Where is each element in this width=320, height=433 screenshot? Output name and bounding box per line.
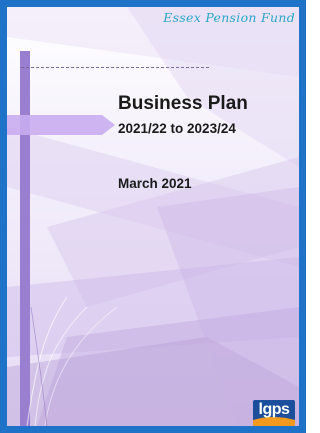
document-date: March 2021	[118, 176, 192, 191]
document-period: 2021/22 to 2023/24	[118, 121, 236, 136]
cover-page: Essex Pension Fund Business Plan 2021/22…	[7, 7, 299, 426]
dashed-divider	[21, 67, 209, 68]
brand-name: Essex Pension Fund	[163, 10, 295, 25]
background-graphic	[7, 7, 299, 426]
logo-text: lgps	[258, 401, 290, 418]
page-frame: Essex Pension Fund Business Plan 2021/22…	[0, 0, 306, 433]
document-title: Business Plan	[118, 93, 248, 114]
lgps-logo: lgps	[253, 400, 295, 426]
